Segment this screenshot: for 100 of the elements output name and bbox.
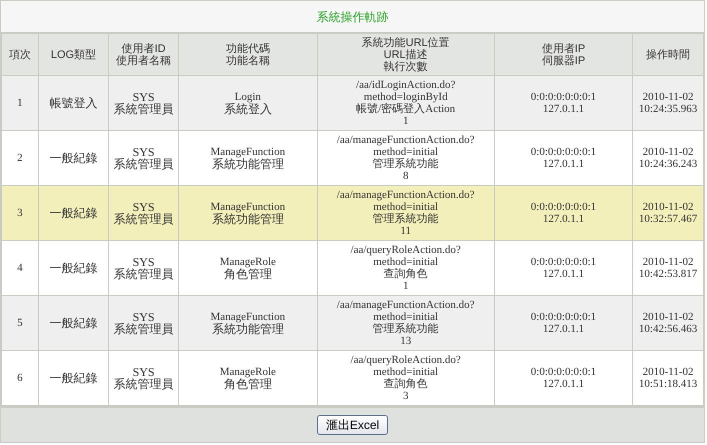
function-code: ManageFunction — [210, 201, 286, 213]
operation-time: 10:32:57.467 — [638, 213, 698, 225]
operation-date: 2010-11-02 — [642, 91, 695, 103]
user-ip: 0:0:0:0:0:0:0:1 — [530, 91, 598, 103]
log-type: 一般紀錄 — [48, 262, 98, 274]
column-header: 伺服器IP — [540, 54, 586, 66]
url-text: /aa/manageFunctionAction.do? — [336, 189, 476, 201]
table-row[interactable]: 6 一般紀錄 SYS 系統管理員 ManageRole 角色管理 /aa/queryRoleAction.do? method=initial 查詢角色 3 0:0:0:0:0:0:0:1 127.0.1.1 2010-11-02 10:51:18.413 — [2, 350, 704, 406]
url-text: method=initial — [372, 146, 440, 158]
server-ip: 127.0.1.1 — [542, 213, 586, 225]
run-count: 3 — [402, 390, 410, 402]
operation-time: 10:42:56.463 — [638, 323, 698, 335]
server-ip: 127.0.1.1 — [542, 378, 586, 390]
table-row[interactable]: 4 一般紀錄 SYS 系統管理員 ManageRole 角色管理 /aa/queryRoleAction.do? method=initial 查詢角色 1 0:0:0:0:0:0:0:1 127.0.1.1 2010-11-02 10:42:53.817 — [2, 240, 704, 296]
user-id: SYS — [132, 256, 155, 268]
url-description: 查詢角色 — [382, 378, 429, 390]
log-type: 帳號登入 — [48, 97, 98, 109]
column-header: 項次 — [8, 48, 32, 60]
function-name: 系統功能管理 — [212, 158, 284, 170]
log-type: 一般紀錄 — [48, 372, 98, 384]
url-text: method=initial — [372, 201, 440, 213]
function-name: 系統登入 — [222, 103, 273, 115]
user-id: SYS — [132, 146, 155, 158]
url-description: 帳號/密碼登入Action — [355, 103, 456, 115]
run-count: 8 — [402, 170, 410, 182]
user-ip: 0:0:0:0:0:0:0:1 — [530, 256, 598, 268]
table-row[interactable]: 1 帳號登入 SYS 系統管理員 Login 系統登入 /aa/idLoginAction.do? method=loginById 帳號/密碼登入Action 1 0:0:0:0:0:0:0:1 127.0.1.1 2010-11-02 10:24:35.963 — [2, 76, 704, 130]
user-id: SYS — [132, 311, 155, 323]
url-description: 查詢角色 — [382, 268, 429, 280]
column-header: 系統功能URL位置 — [360, 36, 451, 48]
function-code: Login — [234, 91, 262, 103]
server-ip: 127.0.1.1 — [542, 103, 586, 115]
operation-time: 10:24:35.963 — [638, 103, 698, 115]
table-row[interactable]: 2 一般紀錄 SYS 系統管理員 ManageFunction 系統功能管理 /aa/manageFunctionAction.do? method=initial 管理系統功能 8 0:0:0:0:0:0:0:1 127.0.1.1 2010-11-02 10:24:36.243 — [2, 130, 704, 186]
function-name: 角色管理 — [224, 378, 272, 390]
url-text: method=initial — [372, 256, 440, 268]
log-type: 一般紀錄 — [48, 207, 98, 219]
url-description: 管理系統功能 — [372, 158, 440, 170]
function-code: ManageFunction — [210, 311, 286, 323]
row-number: 3 — [16, 207, 24, 219]
column-header: 功能名稱 — [224, 54, 271, 66]
user-ip: 0:0:0:0:0:0:0:1 — [530, 201, 598, 213]
function-name: 系統功能管理 — [212, 323, 284, 335]
user-id: SYS — [132, 201, 155, 213]
operation-time: 10:24:36.243 — [638, 158, 698, 170]
url-text: method=initial — [372, 311, 440, 323]
user-name: 系統管理員 — [112, 268, 175, 280]
operation-date: 2010-11-02 — [642, 311, 695, 323]
column-header: 使用者名稱 — [115, 54, 172, 66]
run-count: 11 — [399, 225, 412, 237]
log-type: 一般紀錄 — [48, 152, 98, 164]
url-description: 管理系統功能 — [372, 323, 440, 335]
column-header: 操作時間 — [645, 48, 692, 60]
url-text: method=loginById — [362, 91, 449, 103]
table-title: 系統操作軌跡 — [316, 8, 388, 26]
function-name: 角色管理 — [224, 268, 272, 280]
row-number: 2 — [16, 152, 24, 164]
column-header: 功能代碼 — [224, 42, 271, 54]
column-header: 執行次數 — [382, 60, 429, 72]
table-row[interactable]: 3 一般紀錄 SYS 系統管理員 ManageFunction 系統功能管理 /aa/manageFunctionAction.do? method=initial 管理系統功能 11 0:0:0:0:0:0:0:1 127.0.1.1 2010-11-02 10:32:57.467 — [2, 186, 704, 240]
url-text: /aa/queryRoleAction.do? — [350, 244, 462, 256]
operation-date: 2010-11-02 — [642, 146, 695, 158]
user-name: 系統管理員 — [112, 378, 175, 390]
column-header: 使用者IP — [540, 42, 586, 54]
operation-date: 2010-11-02 — [642, 366, 695, 378]
user-name: 系統管理員 — [112, 323, 175, 335]
user-id: SYS — [132, 366, 155, 378]
function-name: 系統功能管理 — [212, 213, 284, 225]
url-text: /aa/manageFunctionAction.do? — [336, 299, 476, 311]
run-count: 1 — [402, 280, 410, 292]
function-code: ManageRole — [218, 256, 277, 268]
row-number: 1 — [16, 97, 24, 109]
user-name: 系統管理員 — [112, 213, 175, 225]
server-ip: 127.0.1.1 — [542, 158, 586, 170]
url-description: 管理系統功能 — [372, 213, 440, 225]
run-count: 13 — [399, 335, 412, 347]
operation-time: 10:51:18.413 — [638, 378, 698, 390]
column-header: URL描述 — [382, 48, 429, 60]
row-number: 4 — [16, 262, 24, 274]
url-text: method=initial — [372, 366, 440, 378]
row-number: 6 — [16, 372, 24, 384]
function-code: ManageRole — [218, 366, 277, 378]
operation-time: 10:42:53.817 — [638, 268, 698, 280]
user-id: SYS — [132, 91, 155, 103]
user-name: 系統管理員 — [112, 158, 175, 170]
server-ip: 127.0.1.1 — [542, 268, 586, 280]
column-header: LOG類型 — [50, 48, 98, 60]
column-header: 使用者ID — [120, 42, 167, 54]
log-type: 一般紀錄 — [48, 317, 98, 329]
function-code: ManageFunction — [210, 146, 286, 158]
user-ip: 0:0:0:0:0:0:0:1 — [530, 146, 598, 158]
operation-date: 2010-11-02 — [642, 201, 695, 213]
table-row[interactable]: 5 一般紀錄 SYS 系統管理員 ManageFunction 系統功能管理 /aa/manageFunctionAction.do? method=initial 管理系統功能 13 0:0:0:0:0:0:0:1 127.0.1.1 2010-11-02 10:42:56.463 — [2, 296, 704, 350]
url-text: /aa/manageFunctionAction.do? — [336, 134, 476, 146]
server-ip: 127.0.1.1 — [542, 323, 586, 335]
row-number: 5 — [16, 317, 24, 329]
url-text: /aa/idLoginAction.do? — [355, 79, 456, 91]
user-name: 系統管理員 — [112, 103, 175, 115]
user-ip: 0:0:0:0:0:0:0:1 — [530, 366, 598, 378]
export-excel-button[interactable]: 滙出Excel — [316, 415, 388, 435]
